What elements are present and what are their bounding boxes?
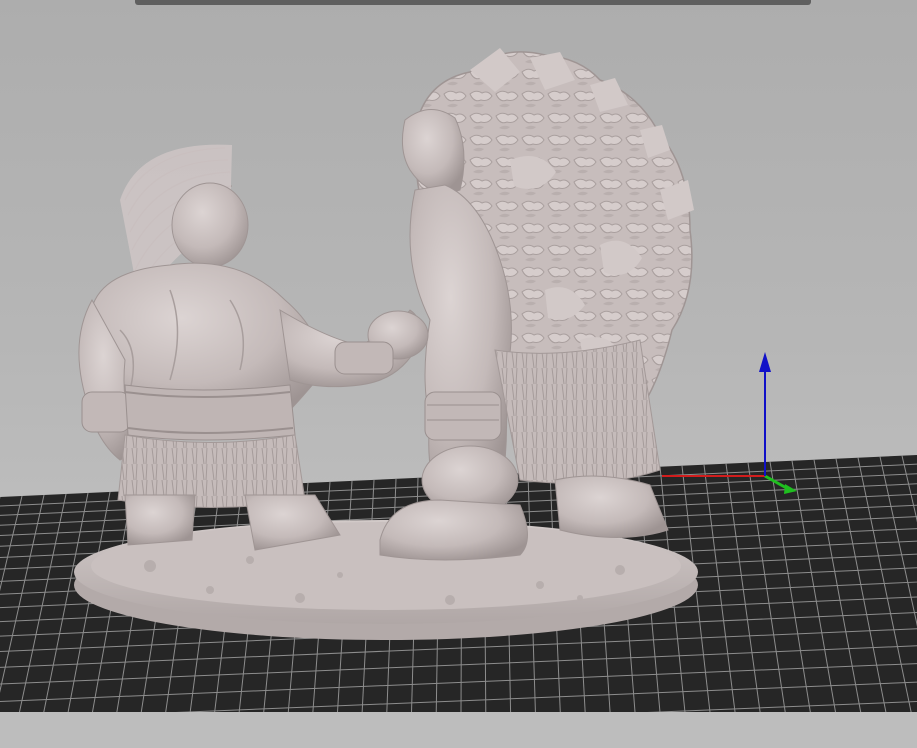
3d-viewport[interactable] — [0, 0, 917, 748]
z-axis-arrow — [759, 352, 771, 372]
model-mesh[interactable] — [74, 48, 698, 640]
scene-canvas — [0, 48, 917, 748]
